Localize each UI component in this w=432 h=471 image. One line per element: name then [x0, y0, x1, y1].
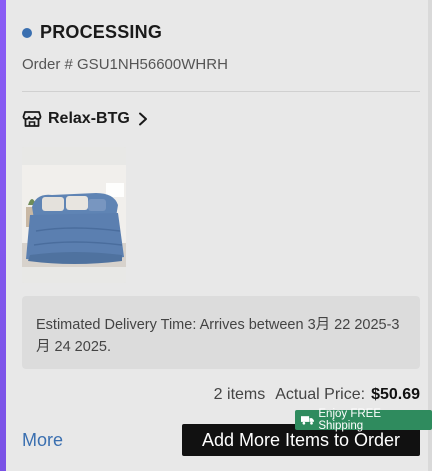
- items-count: 2 items: [213, 386, 266, 403]
- free-shipping-badge: Enjoy FREE Shipping: [295, 408, 432, 432]
- product-thumbnail[interactable]: [22, 147, 126, 283]
- store-name: Relax-BTG: [48, 110, 130, 127]
- order-status: PROCESSING: [22, 22, 162, 43]
- actual-price-value: $50.69: [371, 386, 420, 403]
- chevron-right-icon: [138, 112, 147, 126]
- left-accent-bar: [0, 0, 6, 471]
- status-dot-icon: [22, 27, 32, 38]
- actual-price-label: Actual Price:: [275, 386, 366, 403]
- order-number: Order # GSU1NH56600WHRH: [22, 56, 228, 73]
- more-link[interactable]: More: [22, 430, 63, 451]
- estimated-delivery-text: Estimated Delivery Time: Arrives between…: [36, 317, 400, 355]
- free-shipping-text: Enjoy FREE Shipping: [318, 408, 382, 432]
- right-edge: [428, 0, 432, 471]
- bedding-set-image: [22, 147, 126, 283]
- order-summary: 2 items Actual Price: $50.69: [214, 386, 420, 404]
- estimated-delivery-box: Estimated Delivery Time: Arrives between…: [22, 296, 420, 369]
- truck-icon: [301, 416, 314, 425]
- store-icon: [22, 111, 42, 127]
- divider: [22, 91, 420, 92]
- status-text: PROCESSING: [40, 22, 163, 42]
- store-link[interactable]: Relax-BTG: [22, 109, 148, 129]
